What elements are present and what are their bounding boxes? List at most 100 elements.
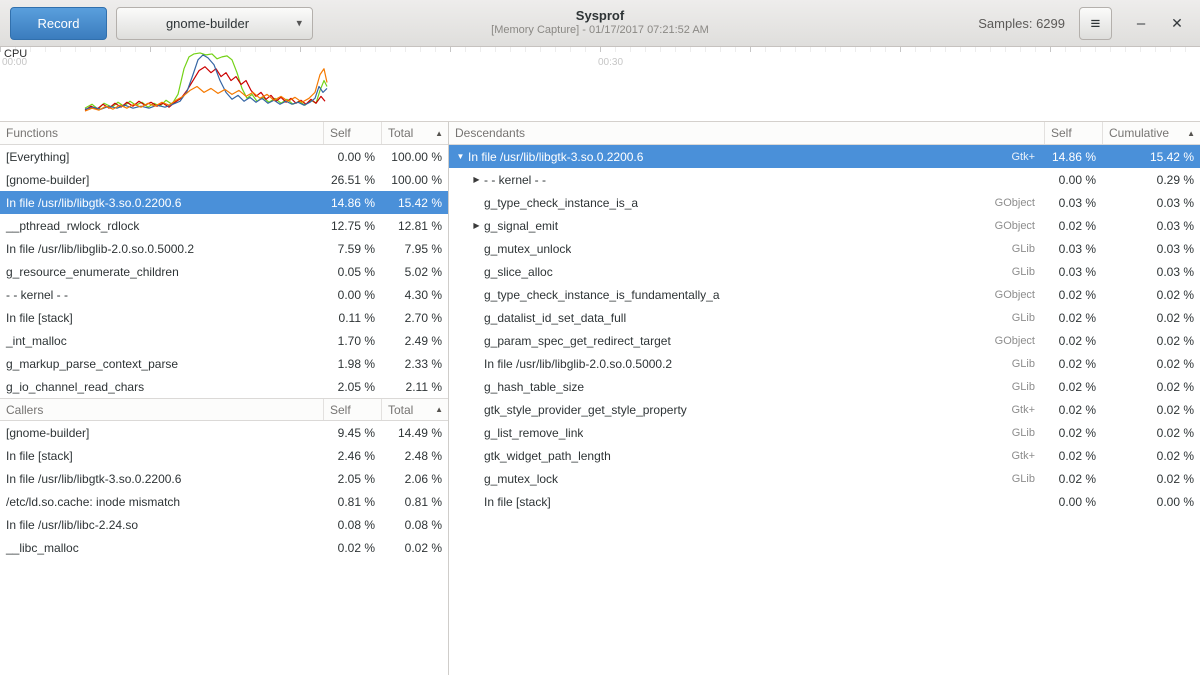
descendant-row[interactable]: g_hash_table_sizeGLib0.02 %0.02 % (449, 375, 1200, 398)
descendant-row[interactable]: ▶g_signal_emitGObject0.02 %0.03 % (449, 214, 1200, 237)
self-value: 0.11 % (323, 311, 381, 325)
descendant-row[interactable]: gtk_style_provider_get_style_property Gtk… (449, 398, 1200, 421)
descendant-row[interactable]: g_mutex_lockGLib0.02 %0.02 % (449, 467, 1200, 490)
function-row[interactable]: g_io_channel_read_chars2.05 %2.11 % (0, 375, 448, 398)
function-row[interactable]: In file /usr/lib/libglib-2.0.so.0.5000.2… (0, 237, 448, 260)
capture-subtitle: [Memory Capture] - 01/17/2017 07:21:52 A… (491, 24, 709, 38)
expander-expanded-icon[interactable]: ▼ (453, 152, 468, 161)
function-row[interactable]: In file /usr/lib/libgtk-3.so.0.2200.614.… (0, 191, 448, 214)
descendant-row[interactable]: g_mutex_unlockGLib0.03 %0.03 % (449, 237, 1200, 260)
descendant-name-cell: ▶- - kernel - - (449, 173, 1044, 187)
self-value: 0.03 % (1044, 196, 1102, 210)
column-header-total[interactable]: Total ▲ (381, 122, 448, 144)
column-header-self[interactable]: Self (323, 399, 381, 420)
function-row[interactable]: g_markup_parse_context_parse1.98 %2.33 % (0, 352, 448, 375)
descendant-row[interactable]: g_datalist_id_set_data_fullGLib0.02 %0.0… (449, 306, 1200, 329)
function-name: g_io_channel_read_chars (0, 380, 323, 394)
cumulative-value: 0.02 % (1102, 449, 1200, 463)
cumulative-value: 0.02 % (1102, 334, 1200, 348)
total-value: 2.48 % (381, 449, 448, 463)
column-header-total[interactable]: Total ▲ (381, 399, 448, 420)
column-header-self[interactable]: Self (1044, 122, 1102, 144)
function-row[interactable]: - - kernel - -0.00 %4.30 % (0, 283, 448, 306)
descendant-row[interactable]: In file /usr/lib/libglib-2.0.so.0.5000.2… (449, 352, 1200, 375)
expander-collapsed-icon[interactable]: ▶ (469, 221, 484, 230)
self-value: 0.02 % (323, 541, 381, 555)
descendant-row[interactable]: g_type_check_instance_is_fundamentally_a… (449, 283, 1200, 306)
close-button[interactable]: ✕ (1164, 15, 1190, 32)
library-badge: GLib (1004, 473, 1044, 485)
library-badge: Gtk+ (1003, 404, 1044, 416)
caller-row[interactable]: In file /usr/lib/libgtk-3.so.0.2200.62.0… (0, 467, 448, 490)
library-badge: GObject (987, 197, 1044, 209)
column-header-self[interactable]: Self (323, 122, 381, 144)
expander-collapsed-icon[interactable]: ▶ (469, 175, 484, 184)
descendant-name: g_hash_table_size (484, 380, 584, 394)
sort-arrow-icon: ▲ (1187, 129, 1195, 138)
column-header-functions[interactable]: Functions (0, 122, 323, 144)
self-value: 2.05 % (323, 380, 381, 394)
descendant-row[interactable]: g_type_check_instance_is_aGObject0.03 %0… (449, 191, 1200, 214)
descendant-row[interactable]: gtk_widget_path_lengthGtk+0.02 %0.02 % (449, 444, 1200, 467)
caller-row[interactable]: In file [stack]2.46 %2.48 % (0, 444, 448, 467)
functions-table-body: [Everything]0.00 %100.00 %[gnome-builder… (0, 145, 448, 398)
column-header-cumulative[interactable]: Cumulative ▲ (1102, 122, 1200, 144)
caller-row[interactable]: In file /usr/lib/libc-2.24.so0.08 %0.08 … (0, 513, 448, 536)
descendant-row[interactable]: g_param_spec_get_redirect_targetGObject0… (449, 329, 1200, 352)
time-label-start: 00:00 (2, 57, 27, 68)
total-value: 5.02 % (381, 265, 448, 279)
descendant-name-cell: g_slice_allocGLib (449, 265, 1044, 279)
self-value: 7.59 % (323, 242, 381, 256)
minimize-button[interactable]: – (1128, 15, 1154, 32)
record-button[interactable]: Record (10, 7, 107, 40)
self-value: 0.02 % (1044, 288, 1102, 302)
cumulative-value: 0.03 % (1102, 196, 1200, 210)
cpu-series-cpu2 (85, 55, 327, 109)
self-value: 0.81 % (323, 495, 381, 509)
descendant-row[interactable]: g_slice_allocGLib0.03 %0.03 % (449, 260, 1200, 283)
function-name: In file /usr/lib/libglib-2.0.so.0.5000.2 (0, 242, 323, 256)
descendants-table-header: Descendants Self Cumulative ▲ (449, 122, 1200, 145)
descendant-name: g_list_remove_link (484, 426, 583, 440)
descendant-name-cell: ▼In file /usr/lib/libgtk-3.so.0.2200.6Gt… (449, 150, 1044, 164)
process-selector-dropdown[interactable]: gnome-builder ▾ (116, 7, 313, 40)
column-header-descendants[interactable]: Descendants (449, 122, 1044, 144)
function-row[interactable]: [Everything]0.00 %100.00 % (0, 145, 448, 168)
app-title: Sysprof (491, 8, 709, 24)
self-value: 0.02 % (1044, 219, 1102, 233)
column-header-callers[interactable]: Callers (0, 399, 323, 420)
header-right-controls: Samples: 6299 ≡ – ✕ (978, 7, 1190, 40)
caller-name: [gnome-builder] (0, 426, 323, 440)
descendant-name: g_slice_alloc (484, 265, 553, 279)
total-value: 12.81 % (381, 219, 448, 233)
descendant-name: gtk_style_provider_get_style_property (484, 403, 687, 417)
descendant-name-cell: g_hash_table_sizeGLib (449, 380, 1044, 394)
descendant-name: g_signal_emit (484, 219, 558, 233)
total-value: 14.49 % (381, 426, 448, 440)
cumulative-value: 0.02 % (1102, 403, 1200, 417)
caller-row[interactable]: __libc_malloc0.02 %0.02 % (0, 536, 448, 559)
self-value: 0.02 % (1044, 403, 1102, 417)
menu-button[interactable]: ≡ (1079, 7, 1112, 40)
descendant-row[interactable]: ▼In file /usr/lib/libgtk-3.so.0.2200.6Gt… (449, 145, 1200, 168)
window-title-block: Sysprof [Memory Capture] - 01/17/2017 07… (491, 8, 709, 38)
function-row[interactable]: _int_malloc1.70 %2.49 % (0, 329, 448, 352)
descendant-row[interactable]: g_list_remove_linkGLib0.02 %0.02 % (449, 421, 1200, 444)
descendant-row[interactable]: In file [stack]0.00 %0.00 % (449, 490, 1200, 513)
descendant-name: gtk_widget_path_length (484, 449, 611, 463)
function-row[interactable]: In file [stack]0.11 %2.70 % (0, 306, 448, 329)
caller-row[interactable]: /etc/ld.so.cache: inode mismatch0.81 %0.… (0, 490, 448, 513)
function-row[interactable]: __pthread_rwlock_rdlock12.75 %12.81 % (0, 214, 448, 237)
caller-row[interactable]: [gnome-builder]9.45 %14.49 % (0, 421, 448, 444)
descendant-name: g_datalist_id_set_data_full (484, 311, 626, 325)
self-value: 0.02 % (1044, 357, 1102, 371)
self-value: 0.02 % (1044, 380, 1102, 394)
total-value: 0.02 % (381, 541, 448, 555)
descendant-row[interactable]: ▶- - kernel - -0.00 %0.29 % (449, 168, 1200, 191)
function-row[interactable]: g_resource_enumerate_children0.05 %5.02 … (0, 260, 448, 283)
cpu-timeline[interactable]: CPU 00:00 00:30 (0, 47, 1200, 122)
function-row[interactable]: [gnome-builder]26.51 %100.00 % (0, 168, 448, 191)
callers-table-header: Callers Self Total ▲ (0, 398, 448, 421)
descendant-name: g_param_spec_get_redirect_target (484, 334, 671, 348)
cumulative-value: 0.00 % (1102, 495, 1200, 509)
